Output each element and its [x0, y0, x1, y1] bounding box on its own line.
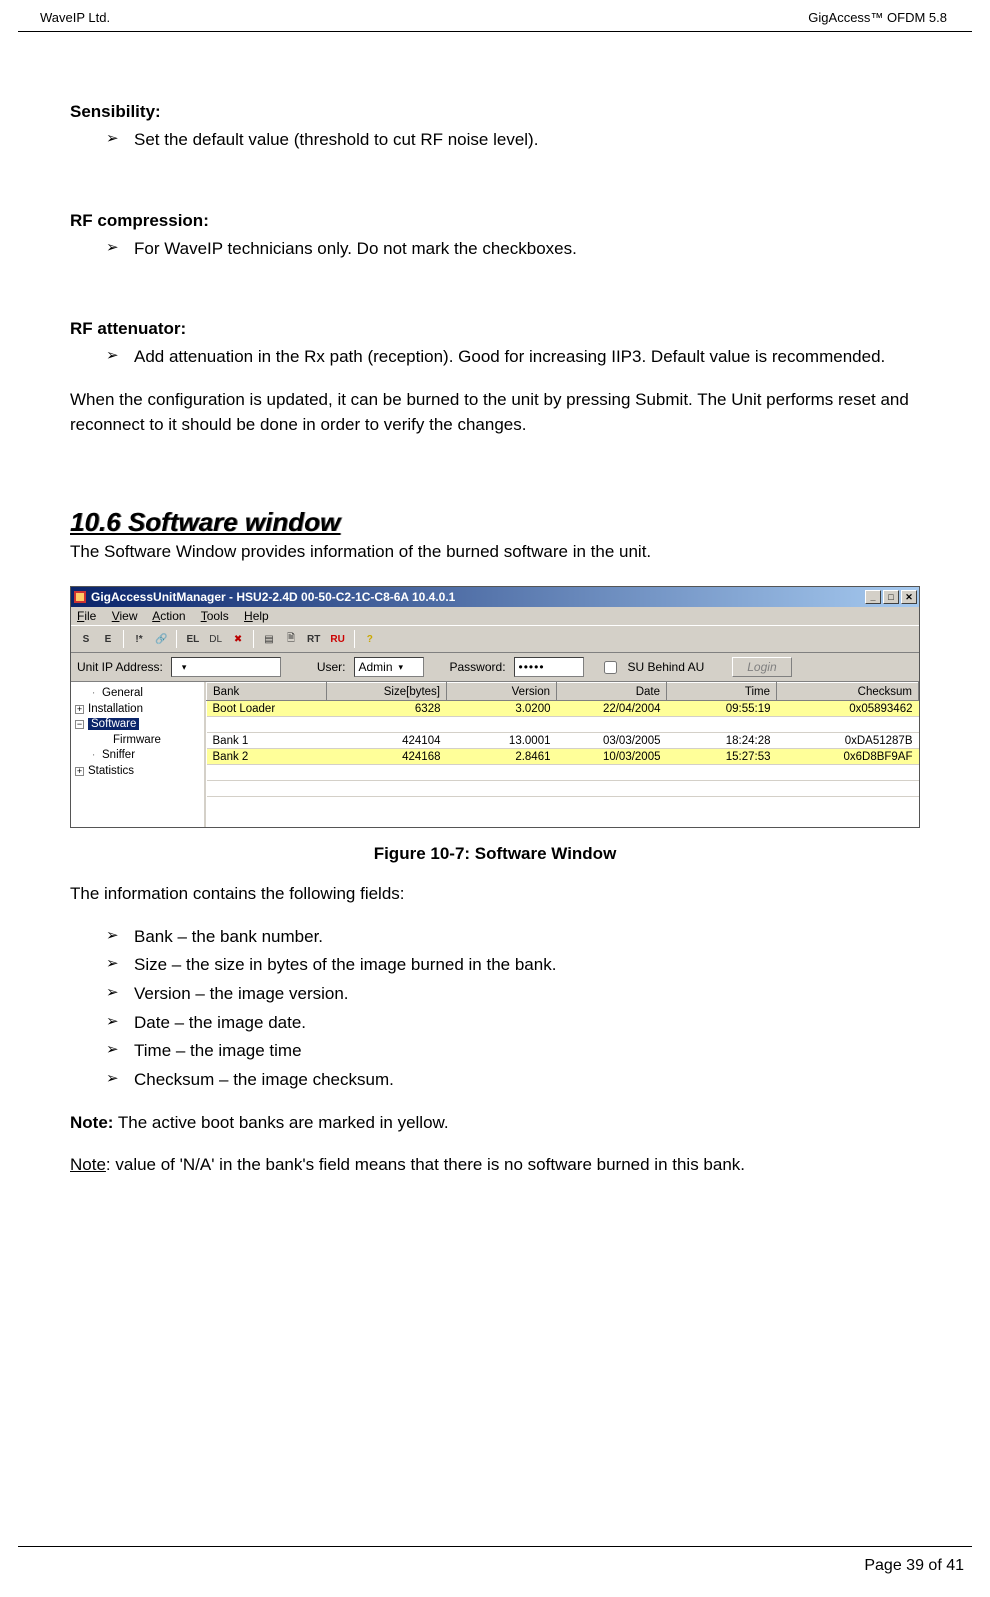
menu-bar: File View Action Tools Help: [71, 607, 919, 625]
software-table: Bank Size[bytes] Version Date Time Check…: [206, 682, 919, 827]
tool-rt[interactable]: RT: [304, 629, 323, 649]
rf-attenuator-item: Add attenuation in the Rx path (receptio…: [70, 345, 920, 370]
ip-address-combo[interactable]: [171, 657, 281, 677]
user-combo[interactable]: Admin: [354, 657, 424, 677]
note-na: Note: value of 'N/A' in the bank's field…: [70, 1153, 920, 1178]
app-window: GigAccessUnitManager - HSU2-2.4D 00-50-C…: [70, 586, 920, 828]
address-bar: Unit IP Address: User: Admin Password: •…: [71, 653, 919, 682]
table-row: [207, 765, 919, 781]
table-row: [207, 717, 919, 733]
field-size: Size – the size in bytes of the image bu…: [70, 953, 920, 978]
field-time: Time – the image time: [70, 1039, 920, 1064]
header-left: WaveIP Ltd.: [40, 10, 110, 25]
su-behind-au-label: SU Behind AU: [628, 660, 705, 674]
tree-firmware[interactable]: Firmware: [113, 734, 161, 746]
doc-icon[interactable]: 🗎: [282, 629, 300, 649]
figure-software-window: GigAccessUnitManager - HSU2-2.4D 00-50-C…: [70, 586, 920, 864]
note-active-banks: Note: The active boot banks are marked i…: [70, 1111, 920, 1136]
tree-general[interactable]: General: [102, 687, 143, 699]
menu-file[interactable]: File: [77, 609, 96, 623]
field-checksum: Checksum – the image checksum.: [70, 1068, 920, 1093]
rf-compression-item: For WaveIP technicians only. Do not mark…: [70, 237, 920, 262]
software-intro: The Software Window provides information…: [70, 542, 920, 562]
table-row[interactable]: Boot Loader63283.020022/04/200409:55:190…: [207, 701, 919, 717]
table-row: [207, 781, 919, 797]
table-row[interactable]: Bank 24241682.846110/03/200515:27:530x6D…: [207, 749, 919, 765]
tool-s[interactable]: S: [77, 629, 95, 649]
tool-ru[interactable]: RU: [327, 629, 347, 649]
menu-tools[interactable]: Tools: [201, 609, 229, 623]
tool-link-icon[interactable]: 🔗: [152, 629, 170, 649]
tree-sniffer[interactable]: Sniffer: [102, 749, 135, 761]
login-button[interactable]: Login: [732, 657, 791, 677]
col-checksum[interactable]: Checksum: [777, 683, 919, 701]
section-rf-compression: RF compression:: [70, 211, 920, 231]
password-label: Password:: [450, 660, 506, 674]
close-button[interactable]: ✕: [901, 590, 917, 604]
tree-software[interactable]: Software: [88, 718, 139, 730]
tool-bar: S E !* 🔗 EL DL ✖ ▤ 🗎 RT RU ?: [71, 625, 919, 653]
menu-action[interactable]: Action: [152, 609, 185, 623]
paragraph-submit: When the configuration is updated, it ca…: [70, 388, 920, 437]
app-icon: [73, 590, 87, 604]
table-row[interactable]: Bank 142410413.000103/03/200518:24:280xD…: [207, 733, 919, 749]
header-right: GigAccess™ OFDM 5.8: [808, 10, 947, 25]
tree-installation[interactable]: Installation: [88, 703, 143, 715]
su-behind-au-checkbox[interactable]: [604, 661, 617, 674]
nav-tree[interactable]: ·General +Installation −Software Firmwar…: [71, 682, 206, 827]
list-icon[interactable]: ▤: [260, 629, 278, 649]
tool-el[interactable]: EL: [183, 629, 202, 649]
delete-icon[interactable]: ✖: [229, 629, 247, 649]
sensibility-item: Set the default value (threshold to cut …: [70, 128, 920, 153]
window-title: GigAccessUnitManager - HSU2-2.4D 00-50-C…: [91, 590, 455, 604]
section-rf-attenuator: RF attenuator:: [70, 319, 920, 339]
ip-label: Unit IP Address:: [77, 660, 163, 674]
maximize-button[interactable]: □: [883, 590, 899, 604]
col-time[interactable]: Time: [667, 683, 777, 701]
figure-caption: Figure 10-7: Software Window: [70, 844, 920, 864]
col-date[interactable]: Date: [557, 683, 667, 701]
page-number: Page 39 of 41: [864, 1557, 964, 1574]
minimize-button[interactable]: _: [865, 590, 881, 604]
field-bank: Bank – the bank number.: [70, 925, 920, 950]
help-icon[interactable]: ?: [361, 629, 379, 649]
col-bank[interactable]: Bank: [207, 683, 327, 701]
heading-software-window: 10.6 Software window: [70, 507, 920, 538]
section-sensibility: Sensibility:: [70, 102, 920, 122]
field-date: Date – the image date.: [70, 1011, 920, 1036]
user-label: User:: [317, 660, 346, 674]
tool-dl[interactable]: DL: [206, 629, 225, 649]
tree-statistics[interactable]: Statistics: [88, 765, 134, 777]
tool-bang[interactable]: !*: [130, 629, 148, 649]
menu-help[interactable]: Help: [244, 609, 269, 623]
password-field[interactable]: •••••: [514, 657, 584, 677]
info-intro: The information contains the following f…: [70, 882, 920, 907]
page-header: WaveIP Ltd. GigAccess™ OFDM 5.8: [18, 0, 972, 32]
title-bar: GigAccessUnitManager - HSU2-2.4D 00-50-C…: [71, 587, 919, 607]
col-version[interactable]: Version: [447, 683, 557, 701]
menu-view[interactable]: View: [112, 609, 138, 623]
page-footer: Page 39 of 41: [18, 1546, 972, 1575]
tool-e[interactable]: E: [99, 629, 117, 649]
col-size[interactable]: Size[bytes]: [327, 683, 447, 701]
field-version: Version – the image version.: [70, 982, 920, 1007]
